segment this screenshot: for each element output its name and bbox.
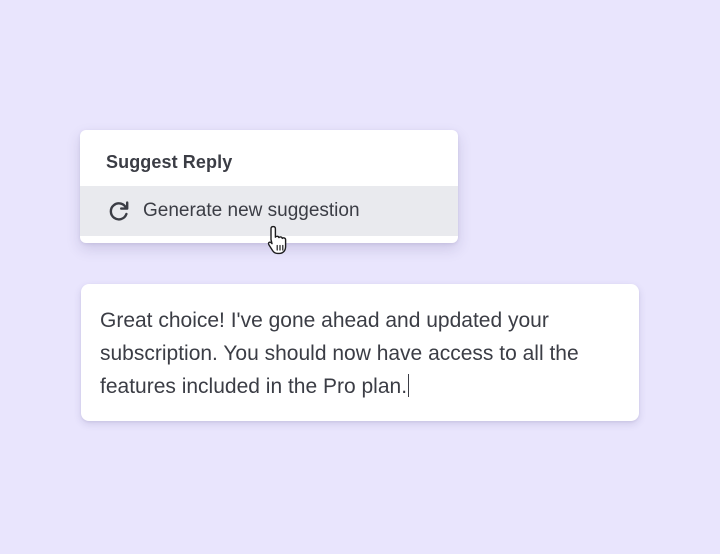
hand-pointer-cursor-icon <box>267 225 287 255</box>
menu-title: Suggest Reply <box>106 152 233 172</box>
menu-item-label: Generate new suggestion <box>143 200 360 221</box>
text-caret <box>408 374 410 397</box>
reply-text: Great choice! I've gone ahead and update… <box>100 309 579 398</box>
refresh-icon <box>109 201 129 221</box>
reply-text-editor[interactable]: Great choice! I've gone ahead and update… <box>81 284 639 421</box>
reply-text-content: Great choice! I've gone ahead and update… <box>100 304 620 403</box>
